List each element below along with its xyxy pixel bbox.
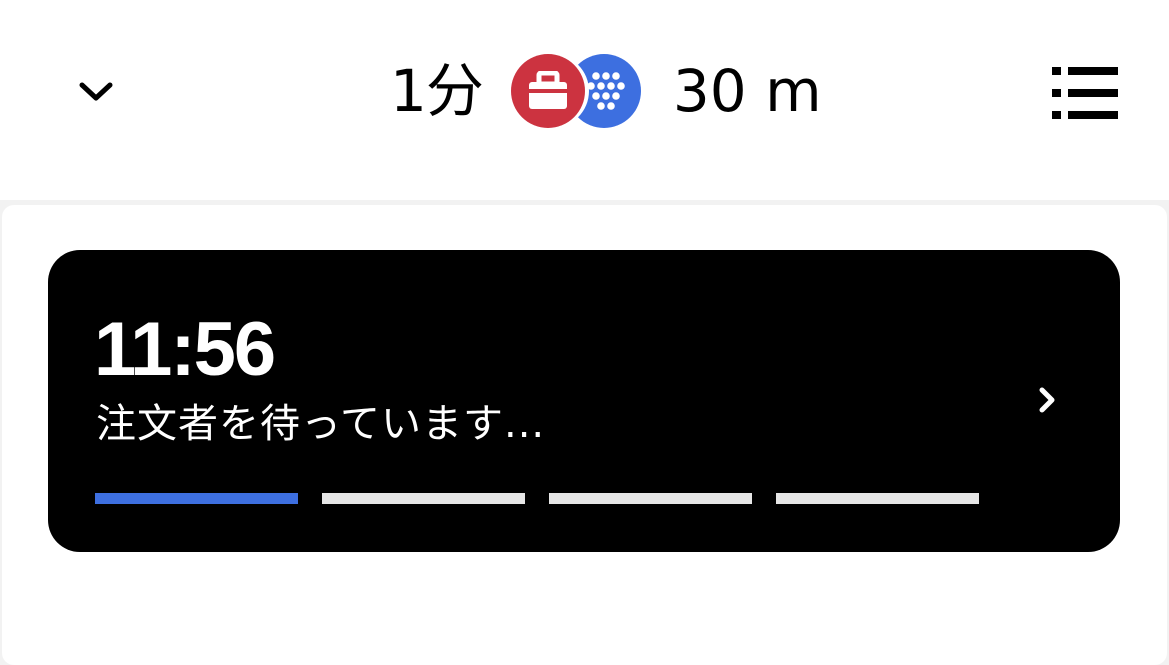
- progress-bar: [95, 493, 979, 504]
- status-card[interactable]: 11:56 注文者を待っています...: [48, 250, 1120, 552]
- list-icon: [1052, 67, 1118, 119]
- briefcase-icon: [528, 71, 567, 109]
- progress-segment: [776, 493, 979, 504]
- progress-segment: [549, 493, 752, 504]
- distance-text: 30 m: [672, 57, 822, 125]
- status-message: 注文者を待っています...: [96, 401, 546, 447]
- dot-grid-icon: [587, 72, 625, 110]
- briefcase-badge: [510, 54, 585, 128]
- chevron-right-icon: [1039, 387, 1055, 413]
- timer-text: 11:56: [94, 307, 276, 392]
- progress-segment: [322, 493, 525, 504]
- collapse-button[interactable]: [66, 62, 126, 122]
- chevron-down-icon: [79, 82, 113, 101]
- progress-segment: [95, 493, 298, 504]
- eta-text: 1分: [390, 57, 484, 125]
- trip-summary: 1分 30 m: [390, 50, 822, 132]
- service-badges: [510, 54, 643, 128]
- list-menu-button[interactable]: [1046, 60, 1124, 126]
- top-bar: 1分 30 m: [0, 0, 1169, 200]
